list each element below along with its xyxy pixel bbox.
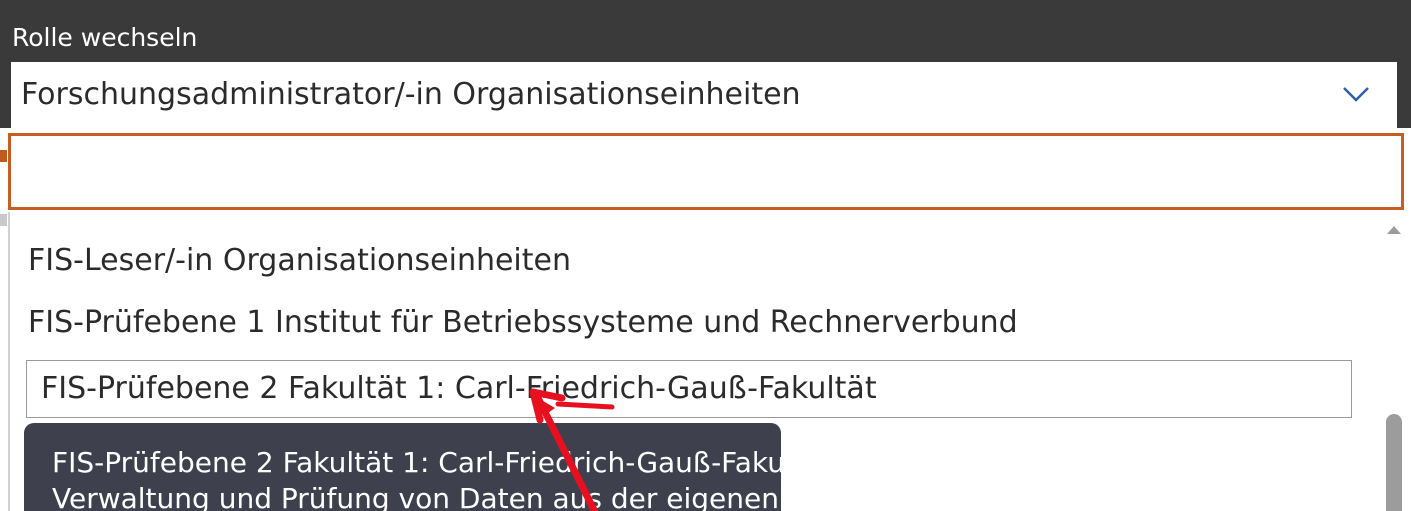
list-scrollbar[interactable]	[1379, 212, 1409, 511]
edge-marker	[0, 150, 7, 162]
role-option-pruefebene-2[interactable]: FIS-Prüfebene 2 Fakultät 1: Carl-Friedri…	[26, 360, 1352, 418]
selected-role-value: Forschungsadministrator/-in Organisation…	[21, 77, 801, 112]
role-switch-panel: Rolle wechseln Forschungsadministrator/-…	[0, 0, 1411, 511]
tooltip-line-2: Verwaltung und Prüfung von Daten aus der…	[52, 482, 779, 511]
edge-marker	[0, 214, 7, 226]
role-tooltip: FIS-Prüfebene 2 Fakultät 1: Carl-Friedri…	[24, 423, 842, 511]
arrow-up-icon[interactable]	[1387, 226, 1401, 234]
role-option-fis-leser[interactable]: FIS-Leser/-in Organisationseinheiten	[28, 240, 571, 282]
scrollbar-thumb[interactable]	[1386, 414, 1402, 511]
tooltip-line-1: FIS-Prüfebene 2 Fakultät 1: Carl-Friedri…	[52, 446, 842, 479]
chevron-down-icon[interactable]	[1341, 84, 1371, 104]
role-option-pruefebene-1[interactable]: FIS-Prüfebene 1 Institut für Betriebssys…	[28, 302, 1018, 344]
role-select[interactable]: Forschungsadministrator/-in Organisation…	[11, 62, 1397, 128]
role-search-input[interactable]	[8, 133, 1404, 210]
role-switch-label: Rolle wechseln	[12, 23, 198, 52]
